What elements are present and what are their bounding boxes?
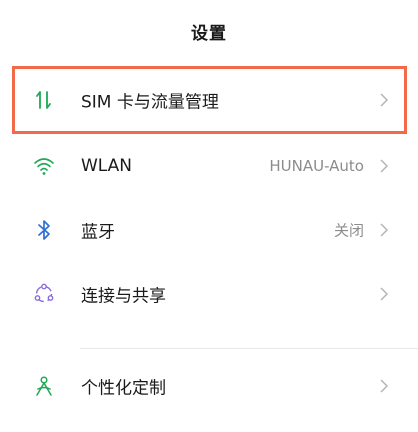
settings-item-label: 个性化定制 bbox=[81, 378, 166, 399]
chevron-right-icon bbox=[378, 157, 390, 175]
settings-item-personalization[interactable]: 个性化定制 bbox=[0, 354, 418, 418]
settings-item-connection-sharing[interactable]: 连接与共享 bbox=[0, 262, 418, 326]
settings-item-wlan[interactable]: WLAN HUNAU-Auto bbox=[0, 134, 418, 198]
bluetooth-status: 关闭 bbox=[333, 221, 364, 240]
settings-item-label: SIM 卡与流量管理 bbox=[81, 92, 219, 113]
chevron-right-icon bbox=[378, 91, 390, 109]
settings-item-sim[interactable]: SIM 卡与流量管理 bbox=[0, 68, 418, 132]
settings-item-label: WLAN bbox=[81, 156, 133, 176]
page-title: 设置 bbox=[191, 24, 227, 44]
settings-item-label: 蓝牙 bbox=[81, 222, 115, 243]
bluetooth-icon bbox=[32, 218, 56, 242]
connection-share-icon bbox=[32, 282, 56, 306]
chevron-right-icon bbox=[378, 221, 390, 239]
chevron-right-icon bbox=[378, 377, 390, 395]
chevron-right-icon bbox=[378, 285, 390, 303]
sim-data-icon bbox=[32, 88, 56, 112]
wlan-network-name: HUNAU-Auto bbox=[269, 157, 364, 175]
settings-item-label: 连接与共享 bbox=[81, 286, 166, 307]
wifi-icon bbox=[32, 154, 56, 178]
personalization-icon bbox=[32, 374, 56, 398]
section-divider bbox=[80, 348, 418, 349]
settings-item-bluetooth[interactable]: 蓝牙 关闭 bbox=[0, 198, 418, 262]
